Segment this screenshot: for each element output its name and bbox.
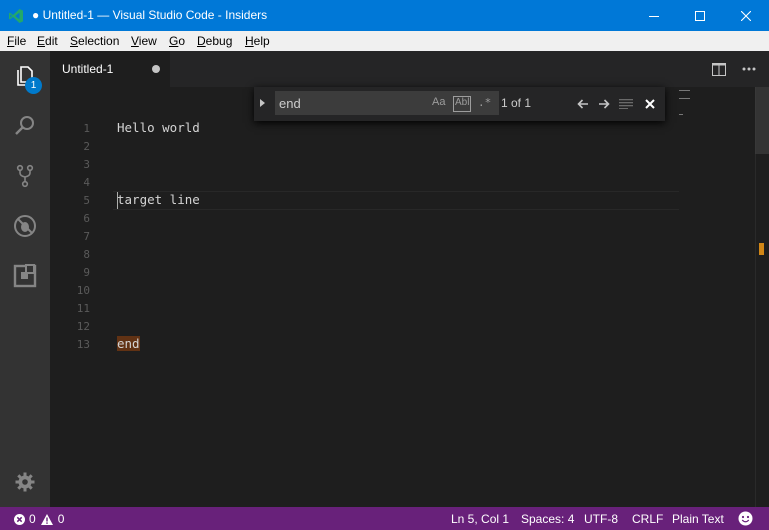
line-number: 13	[76, 338, 90, 351]
line-number: 8	[83, 248, 90, 261]
find-match-highlight: end	[117, 336, 140, 351]
manage-button[interactable]	[0, 457, 50, 507]
line-number: 3	[83, 158, 90, 171]
line-number: 2	[83, 140, 90, 153]
menu-file[interactable]: File	[7, 34, 26, 48]
error-count: 0	[29, 512, 36, 526]
source-control-button[interactable]	[0, 151, 50, 201]
selection-icon	[619, 99, 633, 109]
warning-icon	[40, 513, 53, 525]
maximize-icon	[695, 10, 705, 21]
line-number: 4	[83, 176, 90, 189]
find-in-selection-button[interactable]	[616, 94, 636, 114]
close-button[interactable]	[723, 0, 769, 31]
split-editor-icon	[712, 62, 726, 76]
menu-edit[interactable]: Edit	[37, 34, 58, 48]
tab-bar: Untitled-1	[50, 51, 769, 87]
line-number: 11	[76, 302, 90, 315]
debug-icon	[14, 215, 36, 237]
split-editor-button[interactable]	[710, 60, 728, 78]
tab-label: Untitled-1	[62, 62, 114, 76]
arrow-left-icon	[577, 99, 588, 109]
find-widget: Aa Abl .* 1 of 1	[254, 87, 665, 121]
warning-count: 0	[57, 512, 65, 526]
editor[interactable]: 1 2 3 4 5 6 7 8 9 10 11 12 13 Hello worl…	[50, 87, 769, 507]
extensions-icon	[13, 264, 37, 288]
line-number: 7	[83, 230, 90, 243]
activity-bar: 1	[0, 51, 50, 507]
next-match-button[interactable]	[594, 94, 614, 114]
line-number: 9	[83, 266, 90, 279]
debug-button[interactable]	[0, 201, 50, 251]
line-number: 6	[83, 212, 90, 225]
search-icon	[15, 116, 34, 135]
extensions-button[interactable]	[0, 251, 50, 301]
code-line-5[interactable]: target line	[117, 191, 200, 209]
menu-help[interactable]: Help	[245, 34, 270, 48]
line-ending-setting[interactable]: CRLF	[632, 512, 663, 526]
menu-debug[interactable]: Debug	[197, 34, 232, 48]
line-number: 5	[83, 194, 90, 207]
title-bar: ● Untitled-1 — Visual Studio Code - Insi…	[0, 0, 769, 31]
unsaved-dot-icon[interactable]	[152, 65, 160, 73]
explorer-badge: 1	[25, 77, 42, 94]
close-icon	[645, 99, 655, 109]
scrollbar-thumb[interactable]	[755, 87, 769, 154]
tab-untitled-1[interactable]: Untitled-1	[50, 51, 170, 87]
close-icon	[741, 10, 751, 21]
gear-icon	[15, 472, 35, 492]
text-cursor	[117, 192, 118, 209]
minimize-icon	[649, 15, 659, 17]
chevron-right-icon	[260, 99, 265, 107]
smiley-icon	[738, 511, 753, 526]
code-line-13[interactable]: end	[117, 335, 140, 353]
more-icon	[742, 67, 756, 71]
menu-selection[interactable]: Selection	[70, 34, 119, 48]
error-icon	[14, 513, 25, 525]
menu-view[interactable]: View	[131, 34, 157, 48]
match-case-toggle[interactable]: Aa	[432, 96, 445, 112]
indentation-setting[interactable]: Spaces: 4	[521, 512, 574, 526]
line-number: 12	[76, 320, 90, 333]
menu-go[interactable]: Go	[169, 34, 185, 48]
minimize-button[interactable]	[631, 0, 677, 31]
language-mode[interactable]: Plain Text	[672, 512, 724, 526]
encoding-setting[interactable]: UTF-8	[584, 512, 618, 526]
cursor-position[interactable]: Ln 5, Col 1	[451, 512, 509, 526]
explorer-button[interactable]: 1	[0, 51, 50, 101]
window-title: ● Untitled-1 — Visual Studio Code - Insi…	[32, 8, 268, 22]
line-number: 1	[83, 122, 90, 135]
regex-toggle[interactable]: .*	[478, 96, 491, 112]
vscode-logo-icon	[9, 9, 23, 23]
minimap-line	[679, 114, 683, 115]
line-number: 10	[76, 284, 90, 297]
problems-indicator[interactable]: 0 0	[14, 512, 64, 526]
code-line-1[interactable]: Hello world	[117, 119, 200, 137]
toggle-replace-button[interactable]	[258, 96, 268, 110]
find-match-count: 1 of 1	[501, 96, 532, 110]
whole-word-toggle[interactable]: Abl	[453, 96, 472, 112]
minimap-line	[679, 90, 690, 91]
close-find-button[interactable]	[640, 94, 660, 114]
find-match-ruler-mark	[759, 243, 764, 255]
minimap-line	[679, 98, 690, 99]
arrow-right-icon	[599, 99, 610, 109]
feedback-button[interactable]	[738, 511, 753, 529]
maximize-button[interactable]	[677, 0, 723, 31]
menu-bar: File Edit Selection View Go Debug Help	[0, 31, 769, 51]
status-bar: 0 0 Ln 5, Col 1 Spaces: 4 UTF-8 CRLF Pla…	[0, 507, 769, 530]
more-actions-button[interactable]	[740, 60, 758, 78]
search-view-button[interactable]	[0, 101, 50, 151]
source-control-icon	[16, 164, 34, 188]
previous-match-button[interactable]	[573, 94, 593, 114]
